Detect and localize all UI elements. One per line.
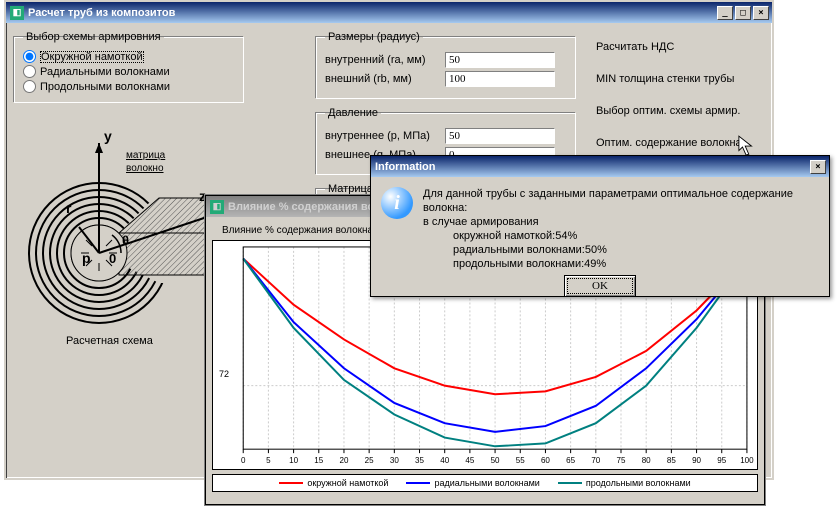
svg-text:20: 20 <box>339 456 349 465</box>
inner-pressure-input[interactable] <box>445 128 555 144</box>
radio-radial-label: Радиальными волокнами <box>40 66 170 78</box>
opt-scheme-button[interactable]: Выбор оптим. схемы армир. <box>596 105 771 117</box>
info-titlebar[interactable]: Information × <box>371 156 829 177</box>
radio-circ-input[interactable] <box>23 50 36 63</box>
radio-radial[interactable]: Радиальными волокнами <box>23 64 235 79</box>
svg-text:25: 25 <box>365 456 375 465</box>
maximize-button[interactable]: □ <box>735 6 751 20</box>
radio-long-label: Продольными волокнами <box>40 81 170 93</box>
svg-text:55: 55 <box>516 456 526 465</box>
legend-line-2 <box>406 482 430 484</box>
outer-radius-input[interactable] <box>445 71 555 87</box>
svg-text:15: 15 <box>314 456 324 465</box>
svg-text:100: 100 <box>740 456 754 465</box>
chart-app-icon: ◧ <box>210 200 224 214</box>
info-line-3: окружной намоткой:54% <box>423 229 819 243</box>
sizes-group: Размеры (радиус) внутренний (ra, мм) вне… <box>316 31 576 99</box>
info-line-4: радиальными волокнами:50% <box>423 243 819 257</box>
chart-ytick-72: 72 <box>219 369 229 379</box>
calc-nds-button[interactable]: Расчитать НДС <box>596 41 771 53</box>
axis-p-label: p <box>82 250 91 266</box>
close-button[interactable]: × <box>753 6 769 20</box>
legend-label-3: продольными волокнами <box>586 478 691 488</box>
matrix-legend: Матрица <box>325 183 376 195</box>
svg-text:30: 30 <box>390 456 400 465</box>
minimize-button[interactable]: _ <box>717 6 733 20</box>
inner-radius-label: внутренний (ra, мм) <box>325 54 445 66</box>
info-icon: i <box>381 187 413 219</box>
svg-text:80: 80 <box>642 456 652 465</box>
axis-theta-label: θ <box>122 233 129 248</box>
svg-text:85: 85 <box>667 456 677 465</box>
svg-text:5: 5 <box>266 456 271 465</box>
info-dialog: Information × i Для данной трубы с задан… <box>370 155 830 297</box>
sizes-legend: Размеры (радиус) <box>325 31 423 43</box>
radio-circ-label: Окружной намоткой <box>40 51 144 63</box>
schema-matrix-label: матрица <box>126 150 166 161</box>
schema-caption: Расчетная схема <box>66 335 153 347</box>
legend-item-3: продольными волокнами <box>558 478 691 488</box>
axis-o-label: 0 <box>109 251 116 266</box>
svg-text:45: 45 <box>465 456 475 465</box>
svg-text:90: 90 <box>692 456 702 465</box>
schema-fiber-label: волокно <box>126 163 164 174</box>
radio-radial-input[interactable] <box>23 65 36 78</box>
radio-long[interactable]: Продольными волокнами <box>23 79 235 94</box>
axis-r-label: r <box>66 200 72 216</box>
legend-label-2: радиальными волокнами <box>434 478 539 488</box>
svg-text:70: 70 <box>591 456 601 465</box>
legend-line-3 <box>558 482 582 484</box>
svg-text:50: 50 <box>491 456 501 465</box>
svg-text:60: 60 <box>541 456 551 465</box>
opt-fiber-button[interactable]: Оптим. содержание волокна <box>596 137 771 149</box>
info-title: Information <box>375 161 436 173</box>
info-line-5: продольными волокнами:49% <box>423 257 819 271</box>
info-ok-button[interactable]: OK <box>564 275 636 297</box>
svg-text:95: 95 <box>717 456 727 465</box>
min-thickness-button[interactable]: MIN толщина стенки трубы <box>596 73 771 85</box>
reinforcement-legend: Выбор схемы армировния <box>23 31 164 43</box>
svg-text:35: 35 <box>415 456 425 465</box>
info-text: Для данной трубы с заданными параметрами… <box>423 187 819 271</box>
svg-text:10: 10 <box>289 456 299 465</box>
inner-radius-input[interactable] <box>445 52 555 68</box>
reinforcement-group: Выбор схемы армировния Окружной намоткой… <box>14 31 244 103</box>
legend-item-1: окружной намоткой <box>279 478 388 488</box>
app-icon: ◧ <box>10 6 24 20</box>
svg-text:75: 75 <box>617 456 627 465</box>
svg-text:0: 0 <box>241 456 246 465</box>
svg-text:65: 65 <box>566 456 576 465</box>
info-line-2: в случае армирования <box>423 215 819 229</box>
axis-y-label: y <box>104 128 112 144</box>
main-title: Расчет труб из композитов <box>28 7 175 19</box>
outer-radius-label: внешний (rb, мм) <box>325 73 445 85</box>
legend-item-2: радиальными волокнами <box>406 478 539 488</box>
legend-line-1 <box>279 482 303 484</box>
svg-text:40: 40 <box>440 456 450 465</box>
legend-label-1: окружной намоткой <box>307 478 388 488</box>
pressure-legend: Давление <box>325 107 381 119</box>
radio-circ[interactable]: Окружной намоткой <box>23 49 235 64</box>
info-line-1: Для данной трубы с заданными параметрами… <box>423 187 819 215</box>
main-titlebar[interactable]: ◧ Расчет труб из композитов _ □ × <box>6 2 772 23</box>
info-close-button[interactable]: × <box>810 160 826 174</box>
chart-legend: окружной намоткой радиальными волокнами … <box>212 474 758 492</box>
inner-pressure-label: внутреннее (p, МПа) <box>325 130 445 142</box>
radio-long-input[interactable] <box>23 80 36 93</box>
